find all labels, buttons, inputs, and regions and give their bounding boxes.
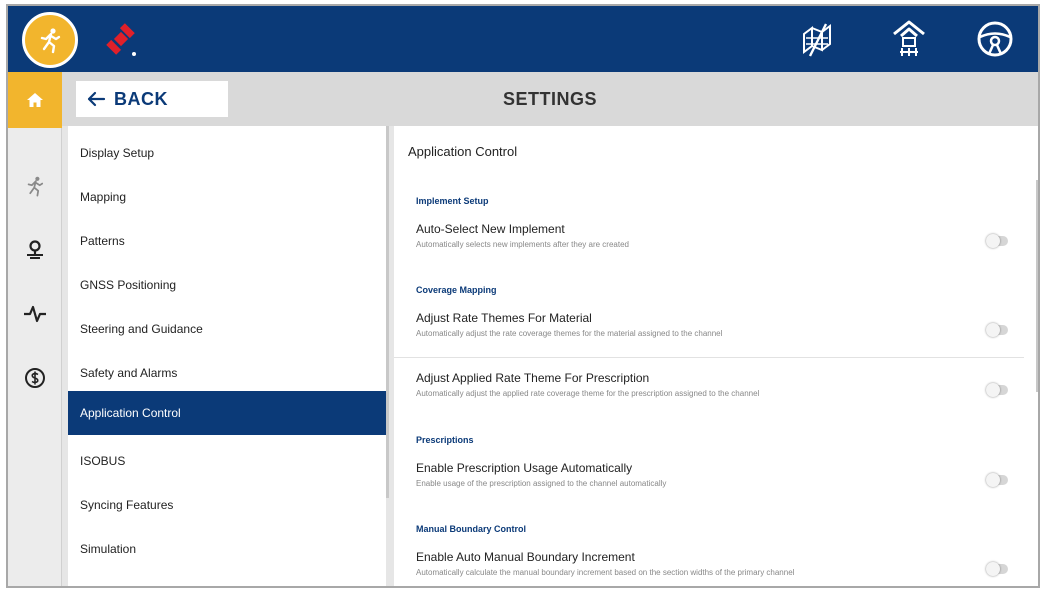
setting-title: Enable Prescription Usage Automatically — [416, 461, 633, 475]
menu-item-display-setup[interactable]: Display Setup — [68, 131, 386, 175]
steering-wheel-icon[interactable] — [974, 18, 1016, 60]
satellite-off-icon[interactable] — [102, 20, 142, 60]
left-sidebar — [8, 72, 62, 586]
field-boundary-icon[interactable] — [796, 18, 838, 60]
menu-item-gnss-positioning[interactable]: GNSS Positioning — [68, 263, 386, 307]
setting-title: Adjust Rate Themes For Material — [416, 311, 592, 325]
menu-item-application-control[interactable]: Application Control — [68, 391, 386, 435]
menu-item-patterns[interactable]: Patterns — [68, 219, 386, 263]
page-title: SETTINGS — [502, 89, 597, 109]
activity-pulse-icon — [24, 305, 46, 323]
section-heading: Prescriptions — [416, 435, 474, 445]
app-window: BACK SETTINGS Display Setup Mapping Patt… — [6, 4, 1040, 588]
sidebar-item-activity[interactable] — [8, 286, 62, 342]
setting-adjust-applied-rate-theme: Adjust Applied Rate Theme For Prescripti… — [394, 363, 1024, 419]
section-heading: Implement Setup — [416, 196, 489, 206]
menu-item-simulation[interactable]: Simulation — [68, 527, 386, 571]
menu-item-safety-alarms[interactable]: Safety and Alarms — [68, 351, 386, 395]
setting-description: Automatically adjust the applied rate co… — [416, 389, 760, 398]
home-icon — [27, 93, 43, 107]
menu-item-logging[interactable]: Logging — [68, 571, 386, 586]
adjust-applied-rate-toggle[interactable] — [986, 383, 1008, 397]
setting-enable-prescription-usage: Enable Prescription Usage Automatically … — [394, 453, 1024, 509]
menu-scrollbar[interactable] — [386, 126, 389, 498]
setting-description: Automatically calculate the manual bound… — [416, 568, 795, 577]
setting-title: Auto-Select New Implement — [416, 222, 565, 236]
prescription-usage-toggle[interactable] — [986, 473, 1008, 487]
menu-item-syncing-features[interactable]: Syncing Features — [68, 483, 386, 527]
adjust-rate-themes-toggle[interactable] — [986, 323, 1008, 337]
panel-scrollbar[interactable] — [1036, 180, 1038, 392]
implement-icon[interactable] — [888, 18, 930, 60]
menu-item-steering-guidance[interactable]: Steering and Guidance — [68, 307, 386, 351]
auto-select-toggle[interactable] — [986, 234, 1008, 248]
run-icon — [27, 176, 44, 197]
dollar-icon — [25, 368, 45, 388]
sidebar-item-location[interactable] — [8, 222, 62, 278]
settings-menu: Display Setup Mapping Patterns GNSS Posi… — [68, 126, 386, 586]
run-mode-button[interactable] — [22, 12, 78, 68]
run-icon — [40, 28, 61, 54]
manual-boundary-toggle[interactable] — [986, 562, 1008, 576]
section-heading: Coverage Mapping — [416, 285, 497, 295]
setting-title: Adjust Applied Rate Theme For Prescripti… — [416, 371, 650, 385]
settings-header: BACK SETTINGS — [62, 72, 1038, 126]
setting-description: Automatically selects new implements aft… — [416, 240, 629, 249]
menu-item-isobus[interactable]: ISOBUS — [68, 439, 386, 483]
setting-title: Enable Auto Manual Boundary Increment — [416, 550, 635, 564]
sidebar-item-home[interactable] — [8, 72, 62, 128]
toggle-knob — [986, 383, 1000, 397]
location-pin-icon — [27, 240, 43, 259]
settings-panel: Application Control Implement Setup Auto… — [394, 126, 1038, 586]
setting-adjust-rate-themes: Adjust Rate Themes For Material Automati… — [394, 303, 1024, 359]
sidebar-item-cost[interactable] — [8, 350, 62, 406]
panel-title: Application Control — [408, 144, 518, 159]
section-heading: Manual Boundary Control — [416, 524, 526, 534]
setting-auto-select-implement: Auto-Select New Implement Automatically … — [394, 214, 1024, 270]
setting-manual-boundary-increment: Enable Auto Manual Boundary Increment Au… — [394, 542, 1024, 586]
sidebar-item-run[interactable] — [8, 158, 62, 214]
toggle-knob — [986, 473, 1000, 487]
divider — [394, 357, 1024, 358]
toggle-knob — [986, 234, 1000, 248]
toggle-knob — [986, 562, 1000, 576]
toggle-knob — [986, 323, 1000, 337]
setting-description: Automatically adjust the rate coverage t… — [416, 329, 723, 338]
menu-item-mapping[interactable]: Mapping — [68, 175, 386, 219]
setting-description: Enable usage of the prescription assigne… — [416, 479, 667, 488]
top-bar — [8, 6, 1038, 72]
